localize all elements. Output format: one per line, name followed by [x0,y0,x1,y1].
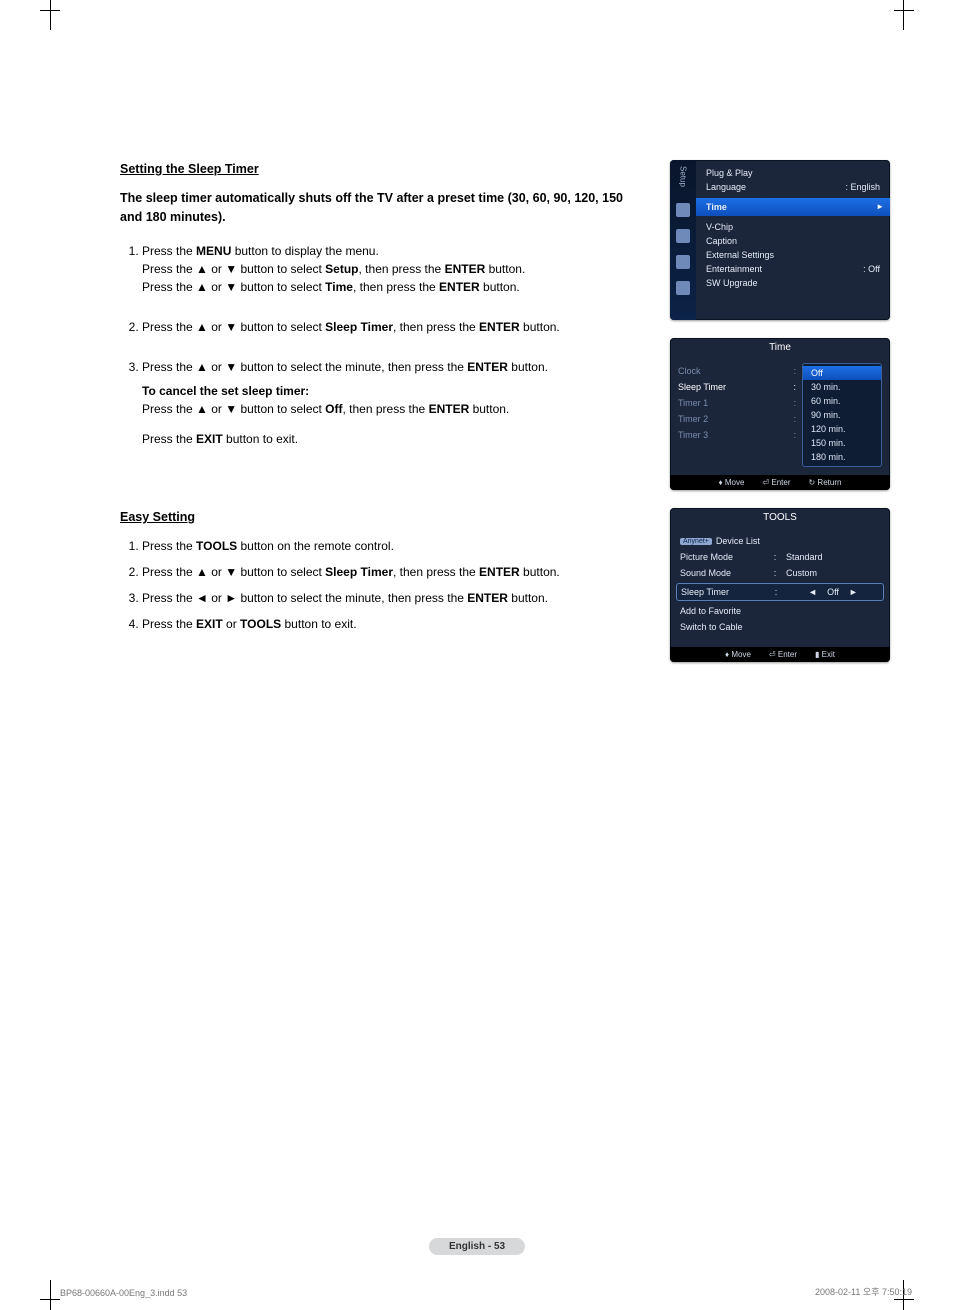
menu-entertainment: Entertainment: Off [706,262,880,276]
tools-sound: Sound Mode:Custom [680,565,880,581]
easy-step-2: Press the ▲ or ▼ button to select Sleep … [142,563,640,581]
foot-move-icon: ♦ Move [719,478,745,487]
foot-move-icon: ♦ Move [725,650,751,659]
easy-title: Easy Setting [120,508,640,527]
time-row-sleep: Sleep Timer: [678,379,796,395]
step-1: Press the MENU button to display the men… [142,242,640,296]
time-row-clock: Clock: [678,363,796,379]
main-steps: Press the MENU button to display the men… [120,242,640,448]
tools-favorite: Add to Favorite [680,603,880,619]
osd-time-foot: ♦ Move ⏎ Enter ↻ Return [670,475,890,490]
lead-text: The sleep timer automatically shuts off … [120,189,640,227]
time-row-t3: Timer 3: [678,427,796,443]
menu-external: External Settings [706,248,880,262]
osd-setup-menu: Plug & Play Language: English Time V-Chi… [696,160,890,320]
opt-180: 180 min. [803,450,881,464]
menu-plug-play: Plug & Play [706,166,880,180]
menu-vchip: V-Chip [706,220,880,234]
chip-icon [676,255,690,269]
osd-tools: TOOLS Anynet+Device List Picture Mode:St… [670,508,890,662]
opt-90: 90 min. [803,408,881,422]
chevron-left-icon: ◄ [808,587,817,597]
menu-language: Language: English [706,180,880,194]
page-badge: English - 53 [429,1238,525,1255]
osd-tools-foot: ♦ Move ⏎ Enter ▮ Exit [670,647,890,662]
osd-time-title: Time [670,338,890,357]
tools-device: Anynet+Device List [680,533,880,549]
opt-30: 30 min. [803,380,881,394]
gear-icon [676,229,690,243]
osd-setup: Setup Plug & Play Language: English Time… [670,160,890,320]
pencil-icon [676,203,690,217]
foot-enter-icon: ⏎ Enter [762,478,790,487]
osd-side-label: Setup [679,166,688,187]
menu-time-highlight: Time [696,198,890,216]
easy-step-3: Press the ◄ or ► button to select the mi… [142,589,640,607]
opt-120: 120 min. [803,422,881,436]
anynet-icon: Anynet+ [680,538,712,545]
section-title: Setting the Sleep Timer [120,160,640,179]
footer-timestamp: 2008-02-11 오후 7:50:19 [815,1285,912,1298]
osd-tools-title: TOOLS [670,508,890,527]
easy-step-1: Press the TOOLS button on the remote con… [142,537,640,555]
time-row-t2: Timer 2: [678,411,796,427]
tools-sleep-highlight: Sleep Timer: ◄ Off ► [676,583,884,601]
time-left: Clock: Sleep Timer: Timer 1: Timer 2: Ti… [678,363,796,467]
foot-exit-icon: ▮ Exit [815,650,835,659]
opt-off: Off [803,366,881,380]
osd-time: Time Clock: Sleep Timer: Timer 1: Timer … [670,338,890,490]
screen-icon [676,281,690,295]
easy-steps: Press the TOOLS button on the remote con… [120,537,640,633]
chevron-right-icon: ► [849,587,858,597]
foot-return-icon: ↻ Return [808,478,841,487]
opt-150: 150 min. [803,436,881,450]
time-row-t1: Timer 1: [678,395,796,411]
step-2: Press the ▲ or ▼ button to select Sleep … [142,318,640,336]
footer-file: BP68-00660A-00Eng_3.indd 53 [60,1288,187,1298]
tools-picture: Picture Mode:Standard [680,549,880,565]
opt-60: 60 min. [803,394,881,408]
step-3: Press the ▲ or ▼ button to select the mi… [142,358,640,448]
menu-caption: Caption [706,234,880,248]
osd-side: Setup [670,160,696,320]
tools-cable: Switch to Cable [680,619,880,635]
easy-step-4: Press the EXIT or TOOLS button to exit. [142,615,640,633]
menu-swupgrade: SW Upgrade [706,276,880,290]
instructions-column: Setting the Sleep Timer The sleep timer … [120,160,640,680]
screens-column: Setup Plug & Play Language: English Time… [670,160,890,680]
foot-enter-icon: ⏎ Enter [769,650,797,659]
time-options: Off 30 min. 60 min. 90 min. 120 min. 150… [802,363,882,467]
